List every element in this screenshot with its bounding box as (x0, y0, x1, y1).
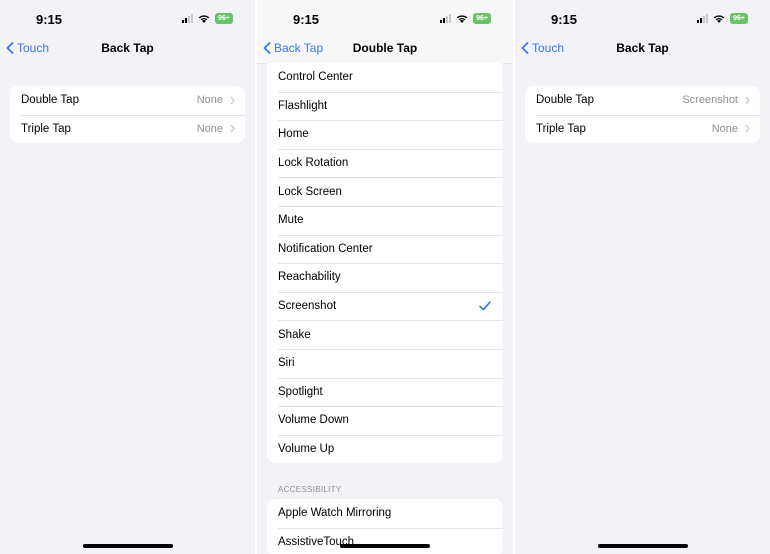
chevron-right-icon (745, 125, 750, 133)
wifi-icon (713, 15, 725, 23)
option-label: Screenshot (278, 300, 337, 313)
battery-icon: 96+ (730, 13, 748, 24)
option-label: Notification Center (278, 242, 373, 255)
action-option[interactable]: Volume Up (267, 434, 503, 464)
option-label: Mute (278, 214, 304, 227)
option-label: Siri (278, 357, 295, 370)
status-bar: 9:15 96+ (257, 0, 513, 36)
action-option[interactable]: Notification Center (267, 234, 503, 264)
status-time: 9:15 (293, 12, 320, 27)
row-label: Triple Tap (21, 122, 71, 135)
chevron-left-icon (6, 42, 14, 54)
option-label: Volume Down (278, 414, 349, 427)
double-tap-row[interactable]: Double Tap Screenshot (525, 86, 760, 115)
action-list-scroll[interactable]: Control Center Flashlight Home Lock Rotatio… (257, 63, 513, 554)
option-label: Lock Screen (278, 185, 342, 198)
wifi-icon (456, 15, 468, 23)
checkmark-icon (479, 301, 491, 311)
option-label: Volume Up (278, 443, 335, 456)
navigation-bar: Touch Back Tap (515, 36, 770, 63)
double-tap-action-screen: 9:15 96+ Back Tap Double Tap Control Cen… (257, 0, 513, 554)
option-label: Home (278, 128, 309, 141)
row-value: None (196, 94, 223, 107)
row-label: Triple Tap (536, 122, 586, 135)
action-option[interactable]: Shake (267, 320, 503, 349)
option-label: Control Center (278, 71, 353, 84)
back-tap-screen-after: 9:15 96+ Touch Back Tap Double Tap Scree… (515, 0, 770, 554)
navigation-bar: Back Tap Double Tap (257, 36, 513, 64)
row-value: None (196, 122, 223, 135)
home-indicator[interactable] (340, 544, 430, 548)
row-label: Double Tap (21, 94, 79, 107)
triple-tap-row[interactable]: Triple Tap None (525, 114, 760, 144)
back-button[interactable]: Touch (6, 41, 49, 55)
back-tap-options: Double Tap Screenshot Triple Tap None (525, 86, 760, 144)
back-label: Touch (532, 41, 565, 55)
back-tap-screen-before: 9:15 96+ Touch Back Tap Double Tap None … (0, 0, 255, 554)
cellular-signal-icon (182, 14, 194, 23)
option-label: Lock Rotation (278, 157, 349, 170)
action-option[interactable]: Volume Down (267, 406, 503, 435)
option-label: Apple Watch Mirroring (278, 507, 392, 520)
chevron-right-icon (230, 125, 235, 133)
action-option[interactable]: Spotlight (267, 377, 503, 407)
chevron-right-icon (745, 96, 750, 105)
back-label: Touch (17, 41, 50, 55)
home-indicator[interactable] (82, 544, 173, 548)
system-actions-list: Control Center Flashlight Home Lock Rotatio… (267, 63, 503, 464)
status-time: 9:15 (551, 12, 578, 27)
row-label: Double Tap (536, 94, 594, 107)
accessibility-option[interactable]: AssistiveTouch (267, 527, 503, 554)
option-label: Spotlight (278, 385, 323, 398)
wifi-icon (198, 15, 210, 23)
action-option[interactable]: Screenshot (267, 291, 503, 321)
cellular-signal-icon (440, 14, 452, 23)
action-option[interactable]: Mute (267, 205, 503, 235)
option-label: Reachability (278, 271, 341, 284)
action-option[interactable]: Lock Screen (267, 177, 503, 206)
option-label: Flashlight (278, 99, 328, 112)
row-value: None (711, 122, 738, 135)
back-label: Back Tap (274, 41, 324, 55)
double-tap-row[interactable]: Double Tap None (10, 86, 245, 115)
back-button[interactable]: Back Tap (263, 41, 323, 55)
chevron-left-icon (263, 42, 271, 54)
status-bar: 9:15 96+ (0, 0, 255, 36)
option-label: Shake (278, 328, 311, 341)
cellular-signal-icon (697, 14, 709, 23)
accessibility-option[interactable]: Apple Watch Mirroring (267, 499, 503, 528)
status-bar: 9:15 96+ (515, 0, 770, 36)
back-tap-options: Double Tap None Triple Tap None (10, 86, 245, 144)
triple-tap-row[interactable]: Triple Tap None (10, 114, 245, 144)
chevron-left-icon (521, 42, 529, 54)
action-option[interactable]: Lock Rotation (267, 148, 503, 178)
action-option[interactable]: Flashlight (267, 91, 503, 121)
navigation-bar: Touch Back Tap (0, 36, 255, 63)
action-option[interactable]: Reachability (267, 263, 503, 292)
back-button[interactable]: Touch (521, 41, 564, 55)
action-option[interactable]: Control Center (267, 63, 503, 92)
row-value: Screenshot (682, 94, 738, 107)
accessibility-section-header: ACCESSIBILITY (278, 485, 342, 494)
action-option[interactable]: Home (267, 120, 503, 149)
home-indicator[interactable] (597, 544, 688, 548)
action-option[interactable]: Siri (267, 348, 503, 378)
status-time: 9:15 (36, 12, 63, 27)
chevron-right-icon (230, 96, 235, 105)
battery-icon: 96+ (473, 13, 491, 24)
battery-icon: 96+ (215, 13, 233, 24)
